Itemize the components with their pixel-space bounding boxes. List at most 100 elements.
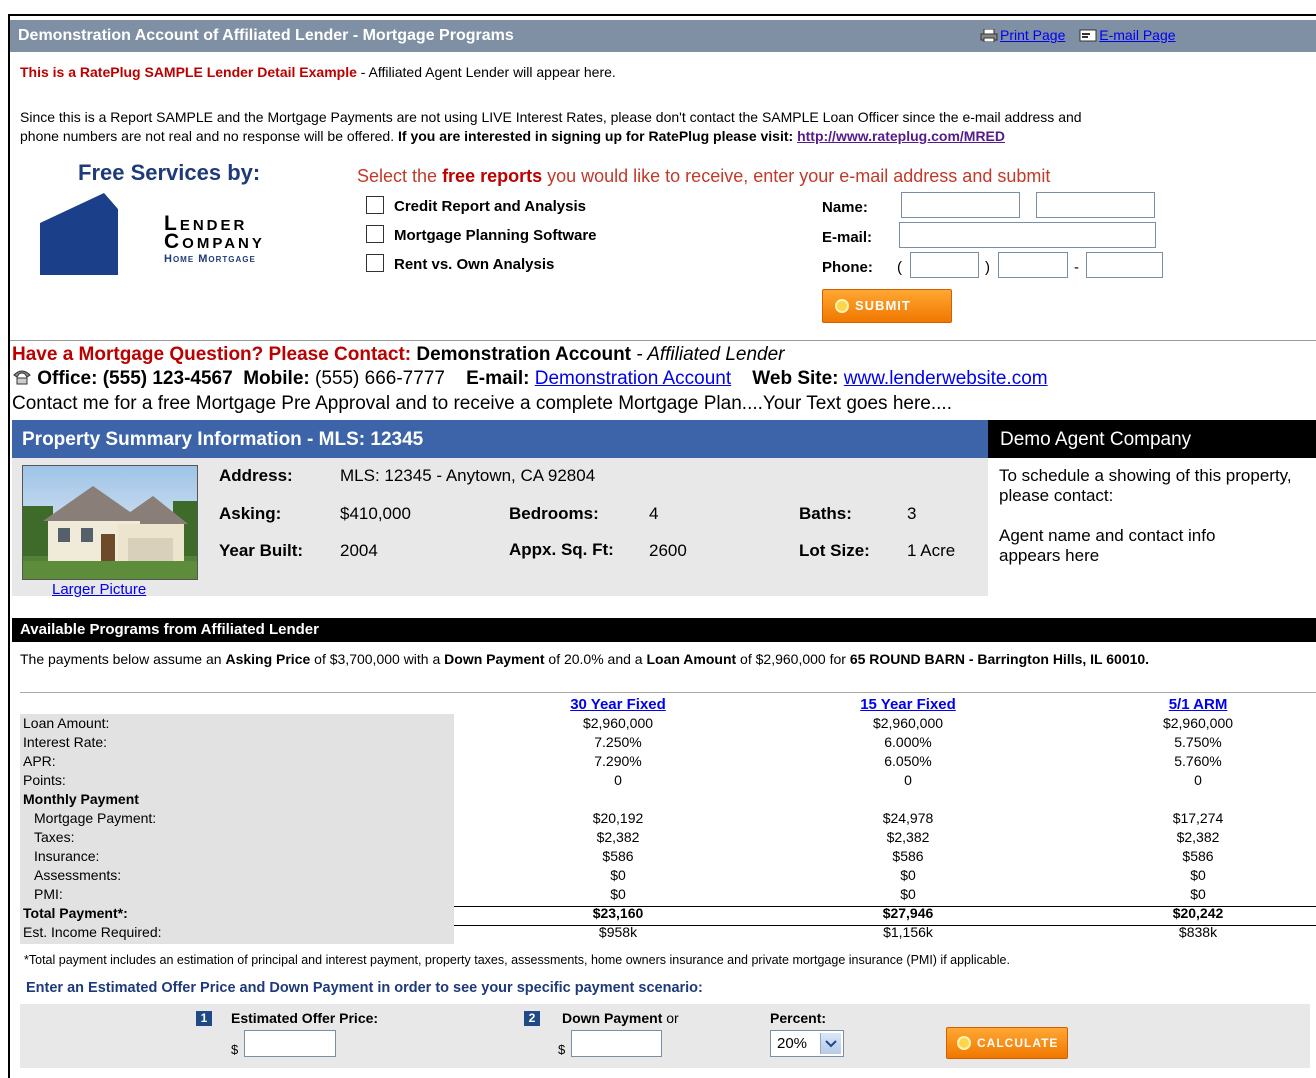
credit-report-checkbox[interactable] <box>366 196 384 214</box>
program-header-row: 30 Year Fixed 15 Year Fixed 5/1 ARM <box>20 696 1316 715</box>
program-arm-link[interactable]: 5/1 ARM <box>1098 696 1298 713</box>
page-title: Demonstration Account of Affiliated Lend… <box>18 27 514 44</box>
phone-line-input[interactable] <box>1086 252 1163 278</box>
percent-select[interactable]: 20% <box>770 1030 844 1057</box>
submit-button[interactable]: SUBMIT <box>822 289 952 323</box>
programs-title: Available Programs from Affiliated Lende… <box>20 621 319 638</box>
percent-label: Percent: <box>770 1010 827 1026</box>
print-page-link[interactable]: Print Page <box>980 27 1065 43</box>
row-label: Points: <box>23 772 66 788</box>
print-page-label[interactable]: Print Page <box>1000 27 1065 43</box>
header-links: Print Page E-mail Page <box>980 27 1186 43</box>
row-label: Insurance: <box>34 848 100 864</box>
table-row: Interest Rate: 7.250% 6.000% 5.750% <box>20 734 1316 753</box>
row-label: APR: <box>23 753 56 769</box>
contact-name: Demonstration Account <box>411 344 632 365</box>
disclaimer-line2: phone numbers are not real and no respon… <box>20 128 1005 144</box>
offer-price-label: Estimated Offer Price: <box>231 1010 379 1026</box>
row-value: 0 <box>904 772 912 788</box>
assume-asking: Asking Price <box>225 651 311 667</box>
office-phone: Office: (555) 123-4567 <box>37 368 233 389</box>
row-value: $586 <box>602 848 634 864</box>
estimator-prompt: Enter an Estimated Offer Price and Down … <box>26 980 703 996</box>
house-logo-icon <box>40 193 120 275</box>
contact-email-link[interactable]: Demonstration Account <box>535 368 731 389</box>
program-15yr-link[interactable]: 15 Year Fixed <box>808 696 1008 713</box>
address-label: Address: <box>219 466 293 485</box>
total-payment-footnote: *Total payment includes an estimation of… <box>24 953 1010 967</box>
row-value: 7.250% <box>594 734 642 750</box>
email-page-link[interactable]: E-mail Page <box>1079 27 1176 43</box>
mobile-label: Mobile: <box>243 368 310 389</box>
select-reports-prompt: Select the free reports you would like t… <box>357 166 1050 187</box>
row-value: 6.050% <box>884 753 932 769</box>
rent-vs-own-checkbox[interactable] <box>366 254 384 272</box>
year-built-label: Year Built: <box>219 541 304 560</box>
program-30yr-link[interactable]: 30 Year Fixed <box>518 696 718 713</box>
calculate-icon <box>957 1036 971 1050</box>
table-row: Insurance: $586 $586 $586 <box>20 848 1316 867</box>
row-value: $23,160 <box>592 905 644 921</box>
row-value: $2,960,000 <box>582 715 654 731</box>
chevron-down-icon[interactable] <box>820 1033 841 1054</box>
table-row: Total Payment*: $23,160 $27,946 $20,242 <box>20 905 1316 924</box>
contact-email-label: E-mail: <box>466 368 530 389</box>
down-currency-symbol: $ <box>558 1042 566 1057</box>
logo-line2: Company <box>164 230 265 253</box>
table-row: Monthly Payment <box>20 791 1316 810</box>
phone-open-paren: ( <box>897 259 902 276</box>
payments-assumption: The payments below assume an Asking Pric… <box>20 650 1300 668</box>
row-value: 5.760% <box>1174 753 1222 769</box>
row-value: $17,274 <box>1172 810 1224 826</box>
assume-address: 65 ROUND BARN - Barrington Hills, IL 600… <box>849 651 1150 667</box>
row-value: $2,382 <box>596 829 640 845</box>
disclaimer-text: phone numbers are not real and no respon… <box>20 128 395 144</box>
agent-schedule-text: To schedule a showing of this property, … <box>999 466 1292 505</box>
step-1-badge: 1 <box>196 1011 212 1026</box>
bedrooms-value: 4 <box>649 504 659 523</box>
offer-price-input[interactable] <box>244 1030 336 1057</box>
row-value: $1,156k <box>883 924 933 940</box>
email-input[interactable] <box>899 222 1156 248</box>
website-link[interactable]: www.lenderwebsite.com <box>844 368 1048 389</box>
row-label: Mortgage Payment: <box>34 810 157 826</box>
row-label: Loan Amount: <box>23 715 110 731</box>
contact-details: Office: (555) 123-4567 Mobile: (555) 666… <box>12 368 1048 390</box>
agent-info-text: Agent name and contact info appears here <box>999 526 1216 565</box>
assume-text-2: of $3,700,000 with a <box>310 651 445 667</box>
larger-picture-link[interactable]: Larger Picture <box>52 581 146 598</box>
contact-role: - Affiliated Lender <box>631 344 785 365</box>
first-name-input[interactable] <box>901 192 1020 218</box>
phone-prefix-input[interactable] <box>998 252 1068 278</box>
row-label: Est. Income Required: <box>23 924 162 940</box>
sqft-value: 2600 <box>649 541 687 560</box>
row-value: $0 <box>1190 867 1206 883</box>
calculate-label: CALCULATE <box>977 1036 1059 1050</box>
website-label: Web Site: <box>752 368 839 389</box>
row-value: $0 <box>610 886 626 902</box>
down-payment-input[interactable] <box>571 1030 662 1057</box>
table-row: APR: 7.290% 6.050% 5.760% <box>20 753 1316 772</box>
email-icon <box>1079 29 1097 42</box>
row-value: $2,960,000 <box>1162 715 1234 731</box>
signup-link[interactable]: http://www.rateplug.com/MRED <box>797 128 1005 144</box>
credit-report-label: Credit Report and Analysis <box>394 198 586 215</box>
sample-suffix: - Affiliated Agent Lender will appear he… <box>356 64 616 80</box>
mortgage-planning-checkbox[interactable] <box>366 225 384 243</box>
phone-area-input[interactable] <box>910 252 979 278</box>
property-photo[interactable] <box>22 465 198 580</box>
table-row: PMI: $0 $0 $0 <box>20 886 1316 905</box>
calculate-button[interactable]: CALCULATE <box>946 1027 1068 1059</box>
phone-close-paren: ) <box>985 259 990 276</box>
email-page-label[interactable]: E-mail Page <box>1099 27 1175 43</box>
last-name-input[interactable] <box>1036 192 1155 218</box>
assume-text-1: The payments below assume an <box>20 651 226 667</box>
divider <box>10 340 1316 341</box>
select-prefix: Select the <box>357 166 443 186</box>
table-row: Taxes: $2,382 $2,382 $2,382 <box>20 829 1316 848</box>
row-label: Taxes: <box>34 829 75 845</box>
row-label: Total Payment*: <box>23 905 128 921</box>
row-value: $586 <box>892 848 924 864</box>
table-row: Est. Income Required: $958k $1,156k $838k <box>20 924 1316 943</box>
signup-text: If you are interested in signing up for … <box>398 128 794 144</box>
